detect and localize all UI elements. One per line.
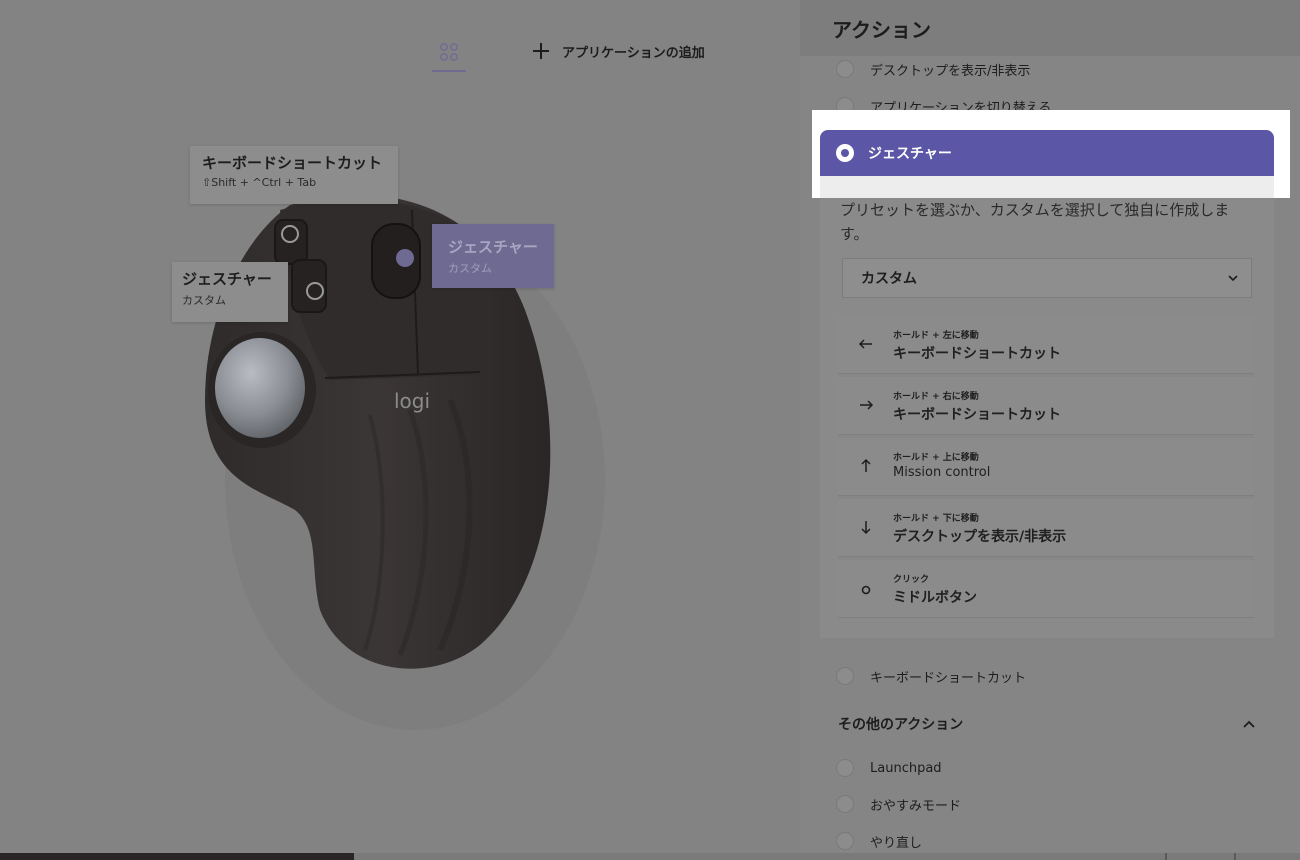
gesture-condition: クリック: [893, 575, 930, 585]
action-option-launchpad[interactable]: Launchpad: [836, 756, 942, 780]
device-canvas: アプリケーションの追加 logi キーボードショートカット ⇧Shift + ^…: [0, 0, 800, 860]
panel-title: アクション: [832, 18, 931, 42]
gesture-row-down[interactable]: ホールド + 下に移動 デスクトップを表示/非表示: [838, 499, 1254, 557]
add-application-button[interactable]: アプリケーションの追加: [532, 39, 705, 63]
callout-detail: カスタム: [182, 294, 226, 307]
trackball: [215, 338, 305, 438]
panel-header: アクション: [800, 0, 1300, 56]
callout-title: キーボードショートカット: [202, 154, 383, 172]
gesture-condition: ホールド + 左に移動: [893, 331, 979, 341]
apps-grid-icon: [440, 43, 458, 61]
action-option-gesture-selected[interactable]: ジェスチャー: [820, 130, 1274, 176]
action-option-label: やり直し: [870, 835, 923, 851]
scrollbar-tick: [1234, 853, 1236, 860]
scroll-wheel-hotspot[interactable]: [396, 249, 414, 267]
action-option-label: おやすみモード: [870, 798, 962, 814]
radio-button[interactable]: [836, 832, 854, 850]
gesture-condition: ホールド + 上に移動: [893, 453, 979, 463]
radio-button[interactable]: [836, 759, 854, 777]
device-tab[interactable]: [432, 36, 466, 72]
callout-detail: カスタム: [448, 262, 492, 275]
gesture-description: プリセットを選ぶか、カスタムを選択して独自に作成します。: [840, 201, 1230, 243]
app-window: アプリケーションの追加 logi キーボードショートカット ⇧Shift + ^…: [0, 0, 1300, 860]
action-option-show-desktop[interactable]: デスクトップを表示/非表示: [836, 57, 1030, 81]
scrollbar-thumb[interactable]: [0, 853, 354, 860]
action-option-redo[interactable]: やり直し: [836, 829, 922, 853]
other-actions-title: その他のアクション: [838, 717, 964, 733]
gesture-header-strip: [820, 176, 1274, 198]
gesture-action: Mission control: [893, 465, 991, 480]
preset-value: カスタム: [861, 271, 917, 287]
radio-button[interactable]: [836, 60, 854, 78]
action-option-do-not-disturb[interactable]: おやすみモード: [836, 792, 961, 816]
gesture-condition: ホールド + 下に移動: [893, 514, 979, 524]
callout-title: ジェスチャー: [182, 270, 272, 288]
callout-side-gesture[interactable]: ジェスチャー カスタム: [172, 262, 288, 322]
callout-keyboard-shortcut[interactable]: キーボードショートカット ⇧Shift + ^Ctrl + Tab: [190, 146, 398, 204]
logi-logo: logi: [394, 389, 430, 413]
bottom-scrollbar[interactable]: [0, 853, 1300, 860]
chevron-up-icon[interactable]: [1242, 717, 1256, 731]
trackball-mouse-illustration: logi: [205, 194, 605, 730]
arrow-up-icon: [861, 458, 871, 472]
plus-icon: [532, 42, 550, 60]
add-application-label: アプリケーションの追加: [562, 45, 705, 61]
action-option-label: Launchpad: [870, 760, 942, 776]
gesture-row-up[interactable]: ホールド + 上に移動 Mission control: [838, 438, 1254, 496]
circle-icon: [861, 585, 871, 595]
callout-middle-gesture[interactable]: ジェスチャー カスタム: [432, 224, 554, 288]
gesture-action: キーボードショートカット: [893, 346, 1061, 362]
action-panel: デスクトップを表示/非表示 アクション アプリケーションを切り替える ジェスチャ…: [800, 0, 1300, 860]
radio-button[interactable]: [836, 795, 854, 813]
gesture-settings: プリセットを選ぶか、カスタムを選択して独自に作成します。 カスタム ホールド +…: [820, 198, 1274, 638]
gesture-action: キーボードショートカット: [893, 407, 1061, 423]
gesture-list: ホールド + 左に移動 キーボードショートカット ホールド + 右に移動 キーボ…: [838, 316, 1254, 618]
chevron-down-icon: [1228, 275, 1238, 282]
arrow-down-icon: [861, 521, 871, 535]
gesture-action: デスクトップを表示/非表示: [893, 529, 1067, 545]
gesture-action: ミドルボタン: [893, 590, 977, 606]
preset-dropdown[interactable]: カスタム: [842, 258, 1252, 298]
action-option-keyboard-shortcut[interactable]: キーボードショートカット: [836, 664, 1026, 688]
gesture-row-left[interactable]: ホールド + 左に移動 キーボードショートカット: [838, 316, 1254, 374]
radio-button[interactable]: [836, 667, 854, 685]
callout-title: ジェスチャー: [448, 238, 538, 256]
action-option-label: デスクトップを表示/非表示: [870, 63, 1031, 79]
gesture-row-right[interactable]: ホールド + 右に移動 キーボードショートカット: [838, 377, 1254, 435]
scrollbar-tick: [1165, 853, 1167, 860]
arrow-right-icon: [860, 400, 874, 410]
gesture-condition: ホールド + 右に移動: [893, 392, 979, 402]
other-actions-header[interactable]: その他のアクション: [838, 712, 1262, 736]
arrow-left-icon: [858, 339, 872, 349]
action-option-label: キーボードショートカット: [870, 670, 1027, 686]
selected-action-label: ジェスチャー: [868, 146, 952, 162]
gesture-row-click[interactable]: クリック ミドルボタン: [838, 560, 1254, 618]
radio-selected-icon[interactable]: [836, 144, 854, 162]
callout-detail: ⇧Shift + ^Ctrl + Tab: [202, 176, 317, 189]
